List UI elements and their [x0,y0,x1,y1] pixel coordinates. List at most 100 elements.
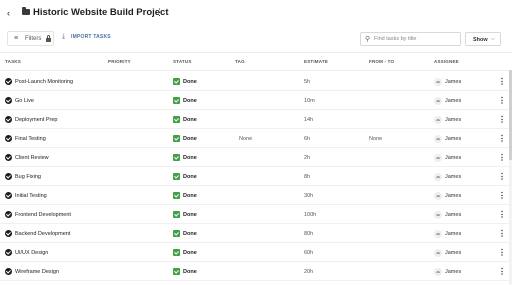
status-value[interactable]: Done [183,212,197,218]
assignee-name[interactable]: James [445,79,461,85]
assignee-name[interactable]: James [445,250,461,256]
more-vertical-icon[interactable]: ⋮ [498,95,506,106]
status-value[interactable]: Done [183,250,197,256]
table-row[interactable]: Client Review Done 2h JA James ⋮ [0,148,512,167]
estimate-value[interactable]: 100h [304,212,316,218]
column-header-tag[interactable]: TAG [235,59,245,64]
estimate-value[interactable]: 14h [304,117,313,123]
check-circle-icon[interactable] [5,249,12,256]
table-row[interactable]: Frontend Development Done 100h JA James … [0,205,512,224]
check-circle-icon[interactable] [5,97,12,104]
status-value[interactable]: Done [183,231,197,237]
estimate-value[interactable]: 10m [304,98,315,104]
search-box: ⚲ [360,32,461,46]
column-header-status[interactable]: STATUS [173,59,192,64]
task-title[interactable]: Post-Launch Monitoring [15,79,73,85]
task-title[interactable]: UI/UX Design [15,250,48,256]
estimate-value[interactable]: 80h [304,231,313,237]
status-done-icon [173,77,180,85]
more-vertical-icon[interactable]: ⋮ [498,247,506,258]
check-circle-icon[interactable] [5,173,12,180]
status-value[interactable]: Done [183,174,197,180]
assignee-name[interactable]: James [445,212,461,218]
filter-icon: ≡ [14,35,19,42]
task-title[interactable]: Bug Fixing [15,174,41,180]
check-circle-icon[interactable] [5,154,12,161]
table-row[interactable]: Post-Launch Monitoring Done 5h JA James … [0,72,512,91]
more-vertical-icon[interactable]: ⋮ [498,76,506,87]
estimate-value[interactable]: 30h [304,193,313,199]
estimate-value[interactable]: 6h [304,136,310,142]
assignee-name[interactable]: James [445,231,461,237]
status-value[interactable]: Done [183,117,197,123]
task-title[interactable]: Wireframe Design [15,269,59,275]
task-title[interactable]: Backend Development [15,231,70,237]
more-vertical-icon[interactable]: ⋮ [498,114,506,125]
page-header: ‹ Historic Website Build Project ⋮ [0,0,512,26]
column-header-tasks[interactable]: TASKS [5,59,21,64]
arrow-left-icon[interactable]: ‹ [7,8,17,18]
status-value[interactable]: Done [183,155,197,161]
estimate-value[interactable]: 60h [304,250,313,256]
table-row[interactable]: Bug Fixing Done 8h JA James ⋮ [0,167,512,186]
task-title[interactable]: Frontend Development [15,212,71,218]
task-title[interactable]: Deployment Prep [15,117,58,123]
more-vertical-icon[interactable]: ⋮ [498,266,506,277]
check-circle-icon[interactable] [5,192,12,199]
assignee-name[interactable]: James [445,117,461,123]
table-row[interactable]: UI/UX Design Done 60h JA James ⋮ [0,243,512,262]
status-value[interactable]: Done [183,193,197,199]
table-row[interactable]: Backend Development Done 80h JA James ⋮ [0,224,512,243]
assignee-name[interactable]: James [445,98,461,104]
task-title[interactable]: Initial Testing [15,193,47,199]
more-vertical-icon[interactable]: ⋮ [155,7,164,18]
more-vertical-icon[interactable]: ⋮ [498,209,506,220]
check-circle-icon[interactable] [5,211,12,218]
more-vertical-icon[interactable]: ⋮ [498,228,506,239]
status-value[interactable]: Done [183,269,197,275]
table-row[interactable]: Wireframe Design Done 20h JA James ⋮ [0,262,512,281]
status-done-icon [173,172,180,180]
assignee-name[interactable]: James [445,193,461,199]
check-circle-icon[interactable] [5,230,12,237]
status-value[interactable]: Done [183,79,197,85]
check-circle-icon[interactable] [5,116,12,123]
estimate-value[interactable]: 2h [304,155,310,161]
tag-value[interactable]: None [239,136,252,142]
column-header-estimate[interactable]: ESTIMATE [304,59,328,64]
task-title[interactable]: Go Live [15,98,34,104]
task-title[interactable]: Final Testing [15,136,46,142]
more-vertical-icon[interactable]: ⋮ [498,190,506,201]
filters-button[interactable]: ≡ Filters [7,31,54,46]
table-row[interactable]: Deployment Prep Done 14h JA James ⋮ [0,110,512,129]
column-header-priority[interactable]: PRIORITY [108,59,131,64]
assignee-name[interactable]: James [445,174,461,180]
status-value[interactable]: Done [183,136,197,142]
from-to-value[interactable]: None [369,136,382,142]
more-vertical-icon[interactable]: ⋮ [498,133,506,144]
estimate-value[interactable]: 8h [304,174,310,180]
check-circle-icon[interactable] [5,135,12,142]
estimate-value[interactable]: 20h [304,269,313,275]
search-input[interactable] [374,34,459,44]
assignee-name[interactable]: James [445,269,461,275]
column-header-from-to[interactable]: FROM - TO [369,59,394,64]
task-title[interactable]: Client Review [15,155,49,161]
more-vertical-icon[interactable]: ⋮ [498,152,506,163]
assignee-name[interactable]: James [445,155,461,161]
estimate-value[interactable]: 5h [304,79,310,85]
status-done-icon [173,115,180,123]
table-row[interactable]: Initial Testing Done 30h JA James ⋮ [0,186,512,205]
show-dropdown[interactable]: Show ⌵ [465,32,501,46]
status-value[interactable]: Done [183,98,197,104]
avatar: JA [434,248,442,257]
assignee-name[interactable]: James [445,136,461,142]
more-vertical-icon[interactable]: ⋮ [498,171,506,182]
folder-icon [22,7,30,15]
check-circle-icon[interactable] [5,268,12,275]
table-row[interactable]: Go Live Done 10m JA James ⋮ [0,91,512,110]
table-row[interactable]: Final Testing Done None 6h None JA James… [0,129,512,148]
column-header-assignee[interactable]: ASSIGNEE [434,59,459,64]
check-circle-icon[interactable] [5,78,12,85]
status-done-icon [173,248,180,256]
